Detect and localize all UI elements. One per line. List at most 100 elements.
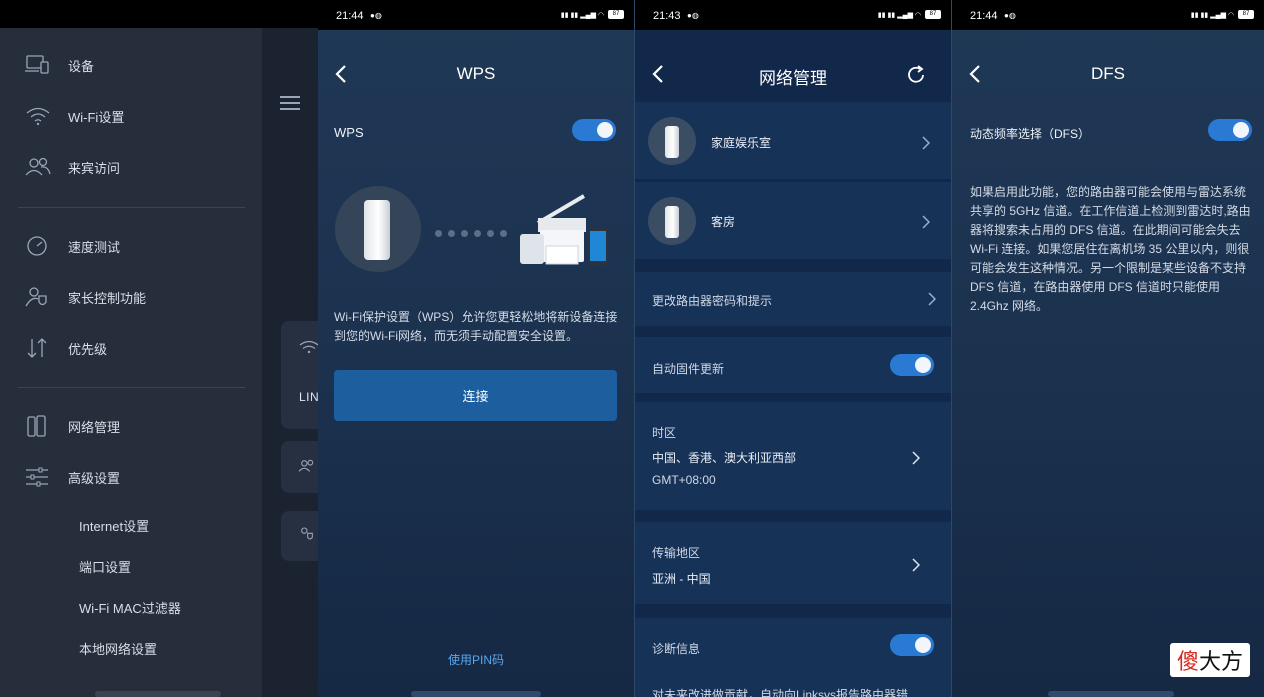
auto-update-toggle[interactable] xyxy=(890,354,934,376)
sidebar-subitem-internet[interactable]: Internet设置 xyxy=(79,516,149,535)
timezone-value: 中国、香港、澳大利亚西部 xyxy=(652,451,797,465)
sidebar-divider xyxy=(18,207,245,208)
sidebar-item-label: 优先级 xyxy=(68,341,108,357)
refresh-icon[interactable] xyxy=(905,64,927,86)
speedometer-icon xyxy=(27,236,47,256)
chevron-right-icon xyxy=(912,558,920,572)
diagnostics-label: 诊断信息 xyxy=(652,642,701,656)
page-title: 网络管理 xyxy=(759,69,827,88)
menu-icon[interactable] xyxy=(280,96,300,110)
network-admin-icon xyxy=(27,415,46,437)
room-item-entertainment[interactable]: 家庭娱乐室 xyxy=(635,102,951,179)
battery-indicator: 87 xyxy=(608,10,624,19)
signal-icon: ▮▮ ▮▮ ▂▄▆ ◠ xyxy=(877,11,921,19)
wps-description: Wi-Fi保护设置（WPS）允许您更轻松地将新设备连接到您的Wi-Fi网络，而无… xyxy=(334,310,618,343)
room-name: 客房 xyxy=(711,215,736,229)
chat-notification-icon: ●◍ xyxy=(1004,11,1016,20)
gesture-bar xyxy=(411,691,541,697)
timezone-offset: GMT+08:00 xyxy=(652,473,716,487)
page-title: DFS xyxy=(1091,64,1125,83)
change-password-row[interactable]: 更改路由器密码和提示 xyxy=(635,272,951,326)
sidebar-item-network-admin[interactable]: 网络管理 xyxy=(0,406,262,446)
timezone-label: 时区 xyxy=(652,426,677,440)
region-label: 传输地区 xyxy=(652,546,701,560)
status-time: 21:44 xyxy=(970,10,998,22)
sidebar-item-label: 速度测试 xyxy=(68,239,121,255)
node-image xyxy=(665,206,679,238)
timezone-row[interactable]: 时区 中国、香港、澳大利亚西部 GMT+08:00 xyxy=(635,402,951,510)
connect-button[interactable]: 连接 xyxy=(334,370,617,421)
status-bar: 21:44 ●◍ ▮▮ ▮▮ ▂▄▆ ◠ 87 xyxy=(952,0,1264,30)
wps-toggle[interactable] xyxy=(572,119,616,141)
use-pin-link[interactable]: 使用PIN码 xyxy=(318,651,634,668)
sidebar-item-label: 高级设置 xyxy=(68,470,121,486)
sliders-icon xyxy=(26,467,48,487)
chat-notification-icon: ●◍ xyxy=(370,11,382,20)
priority-arrows-icon xyxy=(27,338,47,358)
wps-screen: 21:44 ●◍ ▮▮ ▮▮ ▂▄▆ ◠ 87 WPS WPS Wi-Fi保护设置… xyxy=(318,0,634,697)
status-time: 21:44 xyxy=(336,10,364,22)
bottom-handle xyxy=(95,691,221,697)
parental-control-icon xyxy=(301,527,313,540)
watermark-logo: 傻大方 xyxy=(1170,643,1250,677)
sidebar-subitem-mac-filter[interactable]: Wi-Fi MAC过滤器 xyxy=(79,598,181,617)
dfs-toggle[interactable] xyxy=(1208,119,1252,141)
printer-and-devices-image xyxy=(520,194,608,266)
chat-notification-icon: ●◍ xyxy=(687,11,699,20)
router-image xyxy=(364,200,390,260)
auto-update-label: 自动固件更新 xyxy=(652,362,725,376)
status-bar: 21:43 ●◍ ▮▮ ▮▮ ▂▄▆ ◠ 87 xyxy=(635,0,951,30)
guests-icon xyxy=(298,459,314,472)
sidebar-item-parental-controls[interactable]: 家长控制功能 xyxy=(0,277,262,317)
sidebar-item-label: 网络管理 xyxy=(68,419,121,435)
sidebar-item-label: 来宾访问 xyxy=(68,160,121,176)
dfs-toggle-label: 动态频率选择（DFS） xyxy=(970,127,1091,141)
chevron-right-icon xyxy=(912,451,920,465)
app-sidebar-panel: 设备 Wi-Fi设置 来宾访问 速度测试 家长控制功能 优先级 网络管理 高级设… xyxy=(0,0,318,697)
sidebar-item-wifi[interactable]: Wi-Fi设置 xyxy=(0,96,262,136)
sidebar-divider xyxy=(18,387,245,388)
diagnostics-toggle[interactable] xyxy=(890,634,934,656)
guests-icon xyxy=(25,157,51,176)
sidebar-subitem-ports[interactable]: 端口设置 xyxy=(79,557,131,576)
sidebar-item-guest-access[interactable]: 来宾访问 xyxy=(0,147,262,187)
dfs-screen: 21:44 ●◍ ▮▮ ▮▮ ▂▄▆ ◠ 87 DFS 动态频率选择（DFS） 如… xyxy=(951,0,1264,697)
auto-update-row: 自动固件更新 xyxy=(635,337,951,393)
devices-icon xyxy=(25,55,49,74)
sidebar-item-advanced-settings[interactable]: 高级设置 xyxy=(0,457,262,497)
sidebar-item-label: 家长控制功能 xyxy=(68,290,147,306)
chevron-right-icon xyxy=(922,136,930,150)
sidebar-item-devices[interactable]: 设备 xyxy=(0,45,262,85)
gesture-bar xyxy=(1048,691,1174,697)
signal-icon: ▮▮ ▮▮ ▂▄▆ ◠ xyxy=(560,11,604,19)
diagnostics-description: 对未来改进做贡献，自动向Linksys报告路由器错 xyxy=(652,688,909,697)
parental-control-icon xyxy=(25,287,47,307)
sidebar-item-label: 设备 xyxy=(68,58,95,74)
region-value: 亚洲 - 中国 xyxy=(652,572,711,586)
page-title: WPS xyxy=(456,64,496,83)
status-bar-blank xyxy=(0,0,318,28)
parental-card-peek[interactable] xyxy=(281,511,318,561)
connection-dots xyxy=(435,230,507,237)
status-bar: 21:44 ●◍ ▮▮ ▮▮ ▂▄▆ ◠ 87 xyxy=(318,0,634,30)
battery-indicator: 87 xyxy=(1238,10,1254,19)
wifi-icon xyxy=(299,340,318,354)
wps-toggle-label: WPS xyxy=(334,125,364,140)
dfs-description: 如果启用此功能，您的路由器可能会使用与雷达系统共享的 5GHz 信道。在工作信道… xyxy=(970,185,1251,313)
sidebar-item-priority[interactable]: 优先级 xyxy=(0,328,262,368)
chevron-right-icon xyxy=(928,292,936,306)
wifi-card-peek[interactable] xyxy=(281,321,318,429)
sidebar-item-speed-test[interactable]: 速度测试 xyxy=(0,226,262,266)
change-password-label: 更改路由器密码和提示 xyxy=(652,294,773,308)
signal-icon: ▮▮ ▮▮ ▂▄▆ ◠ xyxy=(1190,11,1234,19)
battery-indicator: 87 xyxy=(925,10,941,19)
network-admin-screen: 21:43 ●◍ ▮▮ ▮▮ ▂▄▆ ◠ 87 网络管理 家庭娱乐室 客房 更改路… xyxy=(634,0,951,697)
status-time: 21:43 xyxy=(653,10,681,22)
diagnostics-row: 诊断信息 对未来改进做贡献，自动向Linksys报告路由器错 xyxy=(635,618,951,697)
sidebar-subitem-local-network[interactable]: 本地网络设置 xyxy=(79,639,157,658)
region-row[interactable]: 传输地区 亚洲 - 中国 xyxy=(635,522,951,604)
room-item-guestroom[interactable]: 客房 xyxy=(635,182,951,259)
guests-card-peek[interactable] xyxy=(281,441,318,493)
chevron-right-icon xyxy=(922,215,930,229)
network-name-peek: LIN xyxy=(299,390,318,404)
